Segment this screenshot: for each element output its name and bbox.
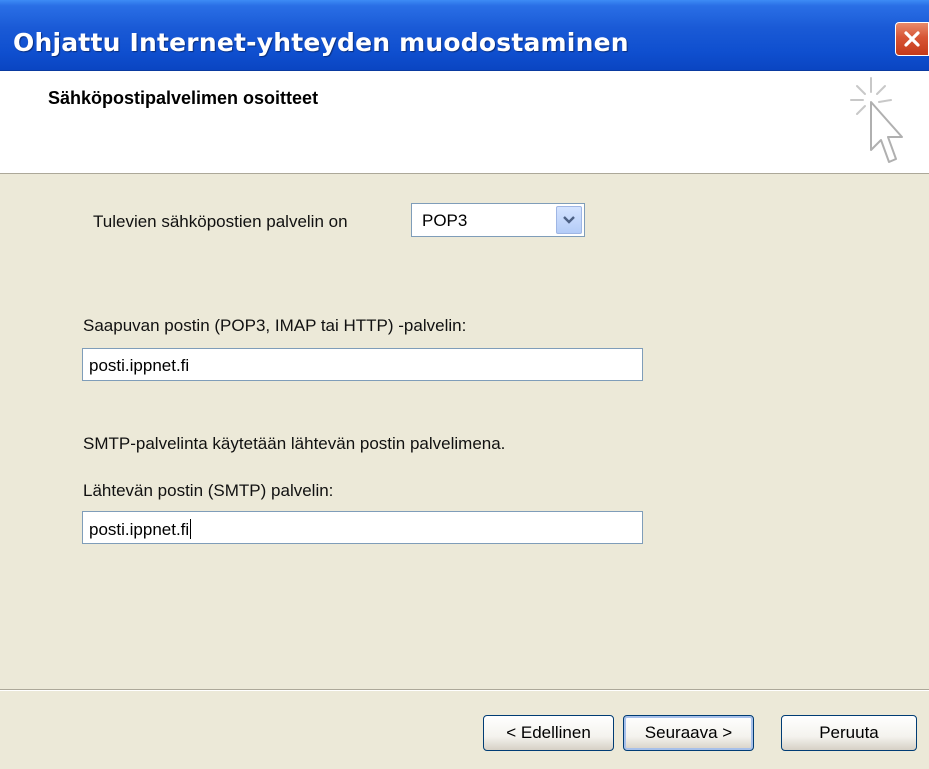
wizard-pointer-icon xyxy=(850,77,903,163)
cancel-button[interactable]: Peruuta xyxy=(781,715,917,751)
chevron-down-icon xyxy=(563,216,575,224)
dropdown-button[interactable] xyxy=(556,206,582,234)
incoming-server-label: Saapuvan postin (POP3, IMAP tai HTTP) -p… xyxy=(83,316,467,335)
cancel-button-label: Peruuta xyxy=(819,723,879,742)
outgoing-server-text: posti.ippnet.fi xyxy=(89,519,192,540)
window-title: Ohjattu Internet-yhteyden muodostaminen xyxy=(13,28,629,57)
next-button-label: Seuraava > xyxy=(644,723,733,742)
page-title: Sähköpostipalvelimen osoitteet xyxy=(48,88,319,108)
wizard-header: Sähköpostipalvelimen osoitteet xyxy=(0,71,929,174)
smtp-note: SMTP-palvelinta käytetään lähtevän posti… xyxy=(83,434,506,453)
title-bar[interactable]: Ohjattu Internet-yhteyden muodostaminen xyxy=(0,0,929,71)
incoming-server-value: posti.ippnet.fi xyxy=(89,356,190,375)
back-button[interactable]: < Edellinen xyxy=(483,715,614,751)
close-icon xyxy=(904,31,920,47)
incoming-type-label: Tulevien sähköpostien palvelin on xyxy=(93,212,348,231)
next-button[interactable]: Seuraava > xyxy=(623,715,754,751)
outgoing-server-value: posti.ippnet.fi xyxy=(89,520,190,539)
incoming-server-input[interactable]: posti.ippnet.fi xyxy=(82,348,643,381)
back-button-label: < Edellinen xyxy=(506,723,591,742)
incoming-type-value: POP3 xyxy=(422,211,468,230)
incoming-type-select[interactable]: POP3 xyxy=(411,203,585,237)
text-caret xyxy=(190,519,192,539)
outgoing-server-label: Lähtevän postin (SMTP) palvelin: xyxy=(83,481,334,500)
outgoing-server-input[interactable]: posti.ippnet.fi xyxy=(82,511,643,544)
close-button[interactable] xyxy=(895,22,929,56)
footer-divider xyxy=(0,689,929,691)
